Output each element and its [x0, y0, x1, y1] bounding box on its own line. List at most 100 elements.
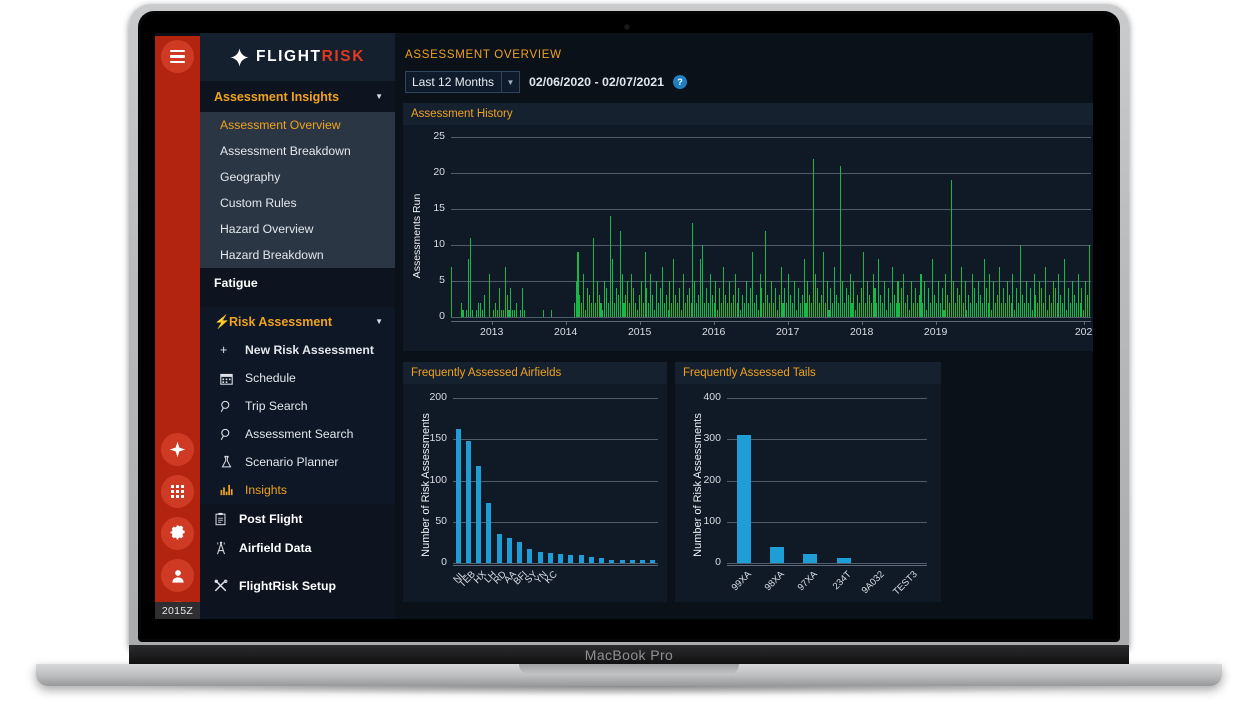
history-bar: [936, 303, 937, 317]
date-range-select[interactable]: Last 12 Months ▼: [405, 71, 520, 93]
chevron-down-icon[interactable]: ▼: [501, 72, 519, 92]
sidebar-group-assessment-insights[interactable]: Assessment Insights ▼: [200, 81, 395, 112]
history-bar: [782, 303, 783, 317]
user-glyph: [170, 568, 186, 584]
x-tick-label: 2014: [548, 326, 584, 338]
history-bar: [947, 295, 948, 317]
sidebar-item-insights[interactable]: Insights: [200, 476, 395, 504]
history-bar: [924, 281, 925, 317]
history-bar: [1058, 274, 1059, 317]
gridline: [727, 563, 927, 564]
history-bar: [710, 274, 711, 317]
x-tick-mark: [1084, 321, 1085, 325]
x-tick-mark: [862, 321, 863, 325]
chevron-down-icon[interactable]: ▼: [375, 317, 383, 326]
sidebar-divider-2: [200, 562, 395, 571]
history-bar: [744, 303, 745, 317]
sidebar-item-assessment-search[interactable]: Assessment Search: [200, 420, 395, 448]
history-bar: [692, 223, 693, 317]
history-bar: [928, 288, 929, 317]
history-bar: [957, 288, 958, 317]
chevron-down-icon[interactable]: ▼: [375, 92, 383, 101]
x-tick-label: 2015: [622, 326, 658, 338]
sidebar-item-hazard-overview[interactable]: Hazard Overview: [200, 216, 395, 242]
sidebar-item-label: New Risk Assessment: [245, 343, 374, 357]
history-bar: [1001, 303, 1002, 317]
history-bar: [1064, 259, 1065, 317]
history-bar: [731, 303, 732, 317]
sidebar-item-schedule[interactable]: Schedule: [200, 364, 395, 392]
category-bar: [538, 552, 543, 563]
history-bar: [802, 295, 803, 317]
sidebar-item-geography[interactable]: Geography: [200, 164, 395, 190]
plus-icon: +: [220, 343, 245, 357]
history-bar: [472, 310, 473, 317]
history-bar: [825, 303, 826, 317]
history-bar: [1076, 303, 1077, 317]
history-bar: [510, 288, 511, 317]
history-bar: [668, 310, 669, 317]
history-bar: [771, 281, 772, 317]
history-bar: [901, 288, 902, 317]
history-bar: [1081, 288, 1082, 317]
history-bar: [484, 295, 485, 317]
sidebar-item-label: Post Flight: [239, 512, 303, 526]
webcam-icon: [624, 24, 630, 30]
star-icon[interactable]: [161, 433, 194, 466]
sidebar-item-assessment-overview[interactable]: Assessment Overview: [200, 112, 395, 138]
sidebar-item-label: Hazard Overview: [220, 222, 313, 236]
history-bar: [961, 267, 962, 317]
gridline: [727, 481, 927, 482]
history-bar: [905, 303, 906, 317]
history-bar: [576, 281, 577, 317]
sidebar-item-scenario-planner[interactable]: Scenario Planner: [200, 448, 395, 476]
sidebar-item-assessment-breakdown[interactable]: Assessment Breakdown: [200, 138, 395, 164]
history-bar: [1009, 295, 1010, 317]
history-bar: [859, 303, 860, 317]
history-bar: [581, 303, 582, 317]
sidebar-item-trip-search[interactable]: Trip Search: [200, 392, 395, 420]
history-bar: [863, 252, 864, 317]
y-tick-label: 200: [691, 474, 721, 486]
history-bar: [591, 303, 592, 317]
sidebar-item-hazard-breakdown[interactable]: Hazard Breakdown: [200, 242, 395, 268]
sidebar-item-airfield-data[interactable]: Airfield Data: [200, 533, 395, 562]
brand-logo[interactable]: FLIGHTRISK: [200, 33, 395, 81]
history-bar: [756, 295, 757, 317]
category-bar: [609, 560, 614, 563]
history-bar: [696, 303, 697, 317]
category-bar: [599, 558, 604, 563]
x-tick-label: 2017: [770, 326, 806, 338]
left-rail: ? 2015Z: [155, 33, 200, 619]
y-tick-label: 15: [417, 202, 445, 214]
flightrisk-app: ? 2015Z FLIGHTRISK Assessment Insights ▼: [155, 33, 1093, 619]
sidebar-item-flightrisk-setup[interactable]: FlightRisk Setup: [200, 571, 395, 600]
gear-icon[interactable]: [161, 517, 194, 550]
sidebar-group-risk-assessment[interactable]: ⚡ Risk Assessment ▼: [200, 307, 395, 336]
history-bar: [934, 295, 935, 317]
sidebar-item-post-flight[interactable]: Post Flight: [200, 504, 395, 533]
clipboard-icon: [214, 512, 239, 526]
history-bar: [821, 295, 822, 317]
history-bar: [507, 295, 508, 317]
history-bar: [945, 274, 946, 317]
gridline: [453, 563, 658, 564]
assessment-history-chart: Assessments Run 0510152025 2013201420152…: [403, 125, 1093, 351]
history-bar: [675, 295, 676, 317]
history-bar: [579, 295, 580, 317]
history-bar: [1043, 303, 1044, 317]
grid-icon[interactable]: [161, 475, 194, 508]
history-bar: [666, 295, 667, 317]
sidebar-item-label: Assessment Overview: [220, 118, 341, 132]
sidebar-item-custom-rules[interactable]: Custom Rules: [200, 190, 395, 216]
flask-glyph: [220, 455, 233, 469]
info-icon[interactable]: ?: [673, 75, 687, 89]
user-icon[interactable]: [161, 559, 194, 592]
sidebar-item-fatigue[interactable]: Fatigue: [200, 268, 395, 298]
hamburger-icon[interactable]: [161, 40, 194, 73]
y-tick-label: 400: [691, 391, 721, 403]
sidebar-item-new-risk-assessment[interactable]: + New Risk Assessment: [200, 336, 395, 364]
flask-icon: [220, 455, 245, 469]
history-bar: [773, 303, 774, 317]
x-tick-mark: [714, 321, 715, 325]
